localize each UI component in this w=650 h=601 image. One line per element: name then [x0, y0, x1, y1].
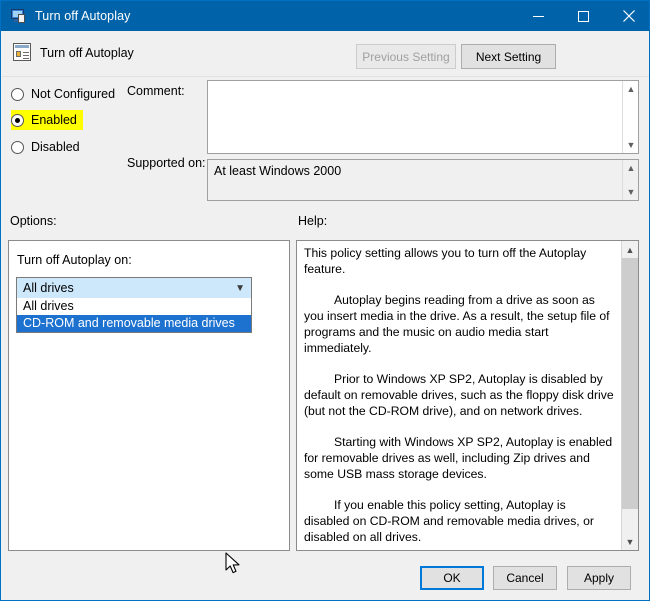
supported-scrollbar[interactable]: ▲ ▼	[622, 160, 638, 200]
close-icon[interactable]	[606, 1, 650, 31]
supported-on-value: At least Windows 2000	[214, 164, 341, 178]
page-title: Turn off Autoplay	[40, 46, 134, 60]
radio-label: Disabled	[31, 140, 80, 154]
radio-circle-icon	[11, 88, 24, 101]
dropdown-option-cdrom-removable[interactable]: CD-ROM and removable media drives	[17, 315, 251, 332]
help-section-label: Help:	[298, 214, 327, 228]
supported-on-label: Supported on:	[127, 156, 206, 170]
help-paragraph: Autoplay begins reading from a drive as …	[304, 292, 614, 356]
radio-not-configured[interactable]: Not Configured	[11, 84, 115, 104]
comment-label: Comment:	[127, 84, 185, 98]
next-setting-button[interactable]: Next Setting	[461, 44, 556, 69]
dropdown-list[interactable]: All drives CD-ROM and removable media dr…	[16, 298, 252, 333]
scroll-down-icon[interactable]: ▼	[622, 533, 638, 550]
previous-setting-button[interactable]: Previous Setting	[356, 44, 456, 69]
options-section-label: Options:	[10, 214, 57, 228]
help-paragraph: Starting with Windows XP SP2, Autoplay i…	[304, 434, 614, 482]
radio-disabled[interactable]: Disabled	[11, 137, 80, 157]
computer-policy-icon	[9, 8, 26, 24]
policy-setting-dialog: Turn off Autoplay Turn off Autoplay Prev…	[0, 0, 650, 601]
dropdown-option-all-drives[interactable]: All drives	[17, 298, 251, 315]
window-title: Turn off Autoplay	[35, 9, 131, 23]
help-scrollbar[interactable]: ▲ ▼	[621, 241, 638, 550]
scroll-up-icon[interactable]: ▲	[623, 161, 639, 175]
options-panel: Turn off Autoplay on: All drives ▼ All d…	[8, 240, 290, 551]
scroll-up-icon[interactable]: ▲	[623, 82, 639, 96]
supported-on-field: At least Windows 2000 ▲ ▼	[207, 159, 639, 201]
scroll-down-icon[interactable]: ▼	[623, 185, 639, 199]
maximize-icon[interactable]	[561, 1, 606, 31]
window-controls	[516, 1, 650, 31]
scroll-up-icon[interactable]: ▲	[622, 241, 638, 258]
scrollbar-thumb[interactable]	[622, 258, 638, 509]
comment-scrollbar[interactable]: ▲ ▼	[622, 81, 638, 153]
mouse-cursor-icon	[225, 552, 243, 580]
help-panel: This policy setting allows you to turn o…	[296, 240, 639, 551]
help-text: This policy setting allows you to turn o…	[297, 241, 621, 551]
help-paragraph: Prior to Windows XP SP2, Autoplay is dis…	[304, 371, 614, 419]
radio-label: Not Configured	[31, 87, 115, 101]
minimize-icon[interactable]	[516, 1, 561, 31]
radio-circle-selected-icon	[11, 114, 24, 127]
chevron-down-icon: ▼	[235, 278, 245, 298]
combo-caption: Turn off Autoplay on:	[17, 253, 132, 267]
radio-label: Enabled	[31, 113, 77, 127]
title-bar: Turn off Autoplay	[1, 1, 650, 31]
dropdown-selected-value: All drives	[23, 281, 74, 295]
radio-enabled[interactable]: Enabled	[11, 110, 83, 130]
cancel-button[interactable]: Cancel	[493, 566, 557, 590]
radio-circle-icon	[11, 141, 24, 154]
ok-button[interactable]: OK	[420, 566, 484, 590]
help-paragraph: This policy setting allows you to turn o…	[304, 245, 614, 277]
turn-off-autoplay-on-dropdown[interactable]: All drives ▼	[16, 277, 252, 299]
help-paragraph: If you enable this policy setting, Autop…	[304, 497, 614, 545]
comment-input[interactable]: ▲ ▼	[207, 80, 639, 154]
policy-setting-icon	[13, 43, 31, 61]
scroll-down-icon[interactable]: ▼	[623, 138, 639, 152]
apply-button[interactable]: Apply	[567, 566, 631, 590]
